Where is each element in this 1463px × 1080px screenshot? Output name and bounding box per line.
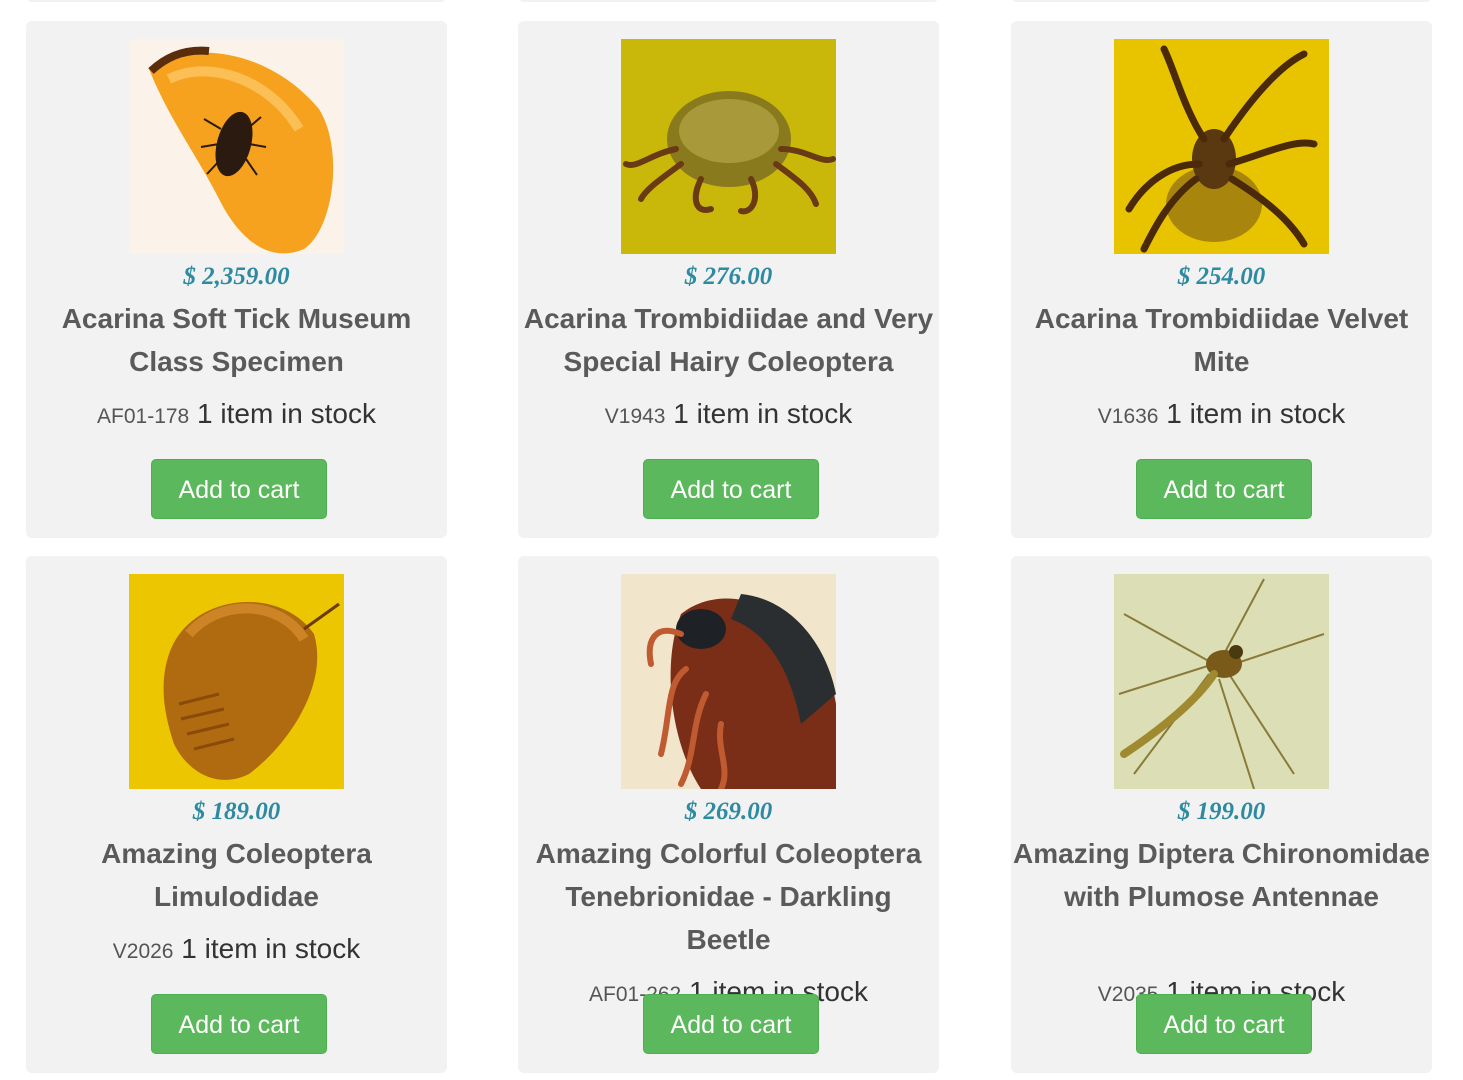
product-image[interactable] bbox=[1114, 574, 1329, 789]
product-card: $ 269.00 Amazing Colorful Coleoptera Ten… bbox=[518, 556, 939, 1073]
product-price: $ 269.00 bbox=[684, 798, 773, 825]
product-title[interactable]: Acarina Soft Tick Museum Class Specimen bbox=[26, 297, 447, 383]
product-image[interactable] bbox=[129, 39, 344, 254]
stock-status: 1 item in stock bbox=[197, 398, 376, 429]
stock-status: 1 item in stock bbox=[673, 398, 853, 429]
amber-soft-tick-photo-icon bbox=[129, 39, 344, 254]
amber-mite-photo-icon bbox=[621, 39, 836, 254]
product-sku: V2026 bbox=[112, 940, 174, 963]
previous-card-edge bbox=[26, 0, 447, 2]
product-price: $ 189.00 bbox=[192, 798, 281, 825]
add-to-cart-button[interactable]: Add to cart bbox=[643, 459, 819, 519]
product-title[interactable]: Acarina Trombidiidae and Very Special Ha… bbox=[518, 297, 939, 383]
add-to-cart-button[interactable]: Add to cart bbox=[1136, 459, 1312, 519]
product-title[interactable]: Acarina Trombidiidae Velvet Mite bbox=[1011, 297, 1432, 383]
stock-info: V2026 1 item in stock bbox=[26, 932, 447, 969]
add-to-cart-button[interactable]: Add to cart bbox=[643, 994, 819, 1054]
product-sku: V1636 bbox=[1097, 405, 1159, 428]
previous-card-edge bbox=[518, 0, 939, 2]
stock-info: V1636 1 item in stock bbox=[1011, 397, 1432, 434]
add-to-cart-button[interactable]: Add to cart bbox=[151, 459, 327, 519]
add-to-cart-button[interactable]: Add to cart bbox=[1136, 994, 1312, 1054]
product-image[interactable] bbox=[129, 574, 344, 789]
product-card: $ 276.00 Acarina Trombidiidae and Very S… bbox=[518, 21, 939, 538]
product-card: $ 199.00 Amazing Diptera Chironomidae wi… bbox=[1011, 556, 1432, 1073]
product-title[interactable]: Amazing Coleoptera Limulodidae bbox=[26, 832, 447, 918]
amber-darkling-beetle-photo-icon bbox=[621, 574, 836, 789]
product-title[interactable]: Amazing Colorful Coleoptera Tenebrionida… bbox=[518, 832, 939, 961]
product-price: $ 199.00 bbox=[1177, 798, 1266, 825]
product-card: $ 2,359.00 Acarina Soft Tick Museum Clas… bbox=[26, 21, 447, 538]
product-price: $ 2,359.00 bbox=[183, 263, 290, 290]
amber-velvet-mite-photo-icon bbox=[1114, 39, 1329, 254]
stock-status: 1 item in stock bbox=[1166, 398, 1346, 429]
previous-card-edge bbox=[1011, 0, 1432, 2]
product-image[interactable] bbox=[1114, 39, 1329, 254]
product-sku: AF01-178 bbox=[97, 405, 190, 428]
product-price: $ 276.00 bbox=[684, 263, 773, 290]
stock-status: 1 item in stock bbox=[181, 933, 361, 964]
product-image[interactable] bbox=[621, 574, 836, 789]
product-card: $ 254.00 Acarina Trombidiidae Velvet Mit… bbox=[1011, 21, 1432, 538]
product-grid-page: $ 2,359.00 Acarina Soft Tick Museum Clas… bbox=[0, 0, 1463, 1080]
product-title[interactable]: Amazing Diptera Chironomidae with Plumos… bbox=[1011, 832, 1432, 918]
stock-info: V1943 1 item in stock bbox=[518, 397, 939, 434]
product-sku: V1943 bbox=[604, 405, 666, 428]
add-to-cart-button[interactable]: Add to cart bbox=[151, 994, 327, 1054]
amber-midge-photo-icon bbox=[1114, 574, 1329, 789]
product-price: $ 254.00 bbox=[1177, 263, 1266, 290]
product-image[interactable] bbox=[621, 39, 836, 254]
stock-info: AF01-178 1 item in stock bbox=[26, 397, 447, 434]
amber-beetle-photo-icon bbox=[129, 574, 344, 789]
product-card: $ 189.00 Amazing Coleoptera Limulodidae … bbox=[26, 556, 447, 1073]
